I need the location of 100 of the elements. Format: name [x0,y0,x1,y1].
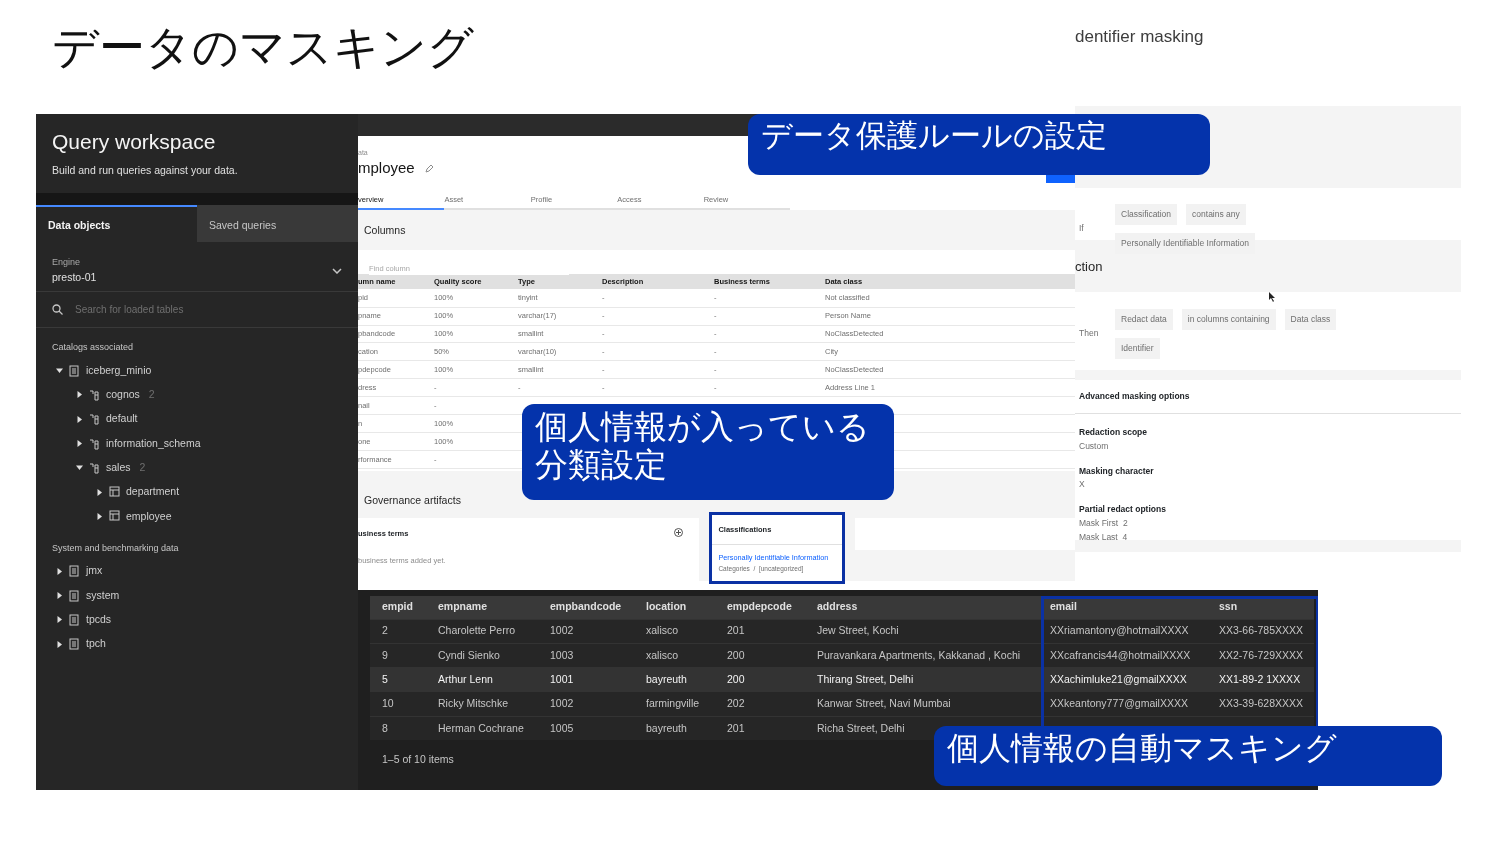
tree-item[interactable]: jmx [86,563,103,580]
engine-label: Engine [52,256,82,270]
table-cell: 201 [727,721,745,734]
table-cell: 1003 [550,648,574,661]
table-cell: 201 [727,624,745,637]
tree-item[interactable]: sales [106,459,131,476]
panel-title: Query workspace [52,129,217,155]
table-cell: 5 [382,672,388,685]
schema-icon [89,437,100,450]
page-title: dentifier masking [1075,26,1205,48]
condition-chip: Redact data [1115,309,1173,330]
search-field[interactable]: Search for loaded tables [75,302,295,317]
table-cell: Cyndi Sienko [438,648,500,661]
caret-right-icon[interactable] [96,512,103,520]
catalog-icon [69,613,80,626]
table-cell: 202 [727,697,745,710]
schema-icon [89,388,100,401]
table-cell: Puravankara Apartments, Kakkanad , Kochi [817,648,1021,661]
options-heading: Advanced masking options [1075,380,1461,414]
option-label: Redaction scope [1079,425,1149,439]
table-cell: Ricky Mitschke [438,697,508,710]
catalog-icon [69,364,80,377]
section-heading: ction [1075,259,1103,274]
table-row[interactable]: 10 Ricky Mitschke 1002 farmingville 202 Kanwar Street, Navi Mumbai XXkeantony777@gmailXXXX XX3-39-628XXXX [370,691,1314,717]
table-cell: XXriamantony@hotmailXXXX [1050,624,1189,637]
catalog-icon [69,589,80,602]
caret-right-icon[interactable] [56,616,63,624]
panel-subtitle: Build and run queries against your data. [52,162,239,178]
table-icon [109,486,120,499]
table-cell: XXkeantony777@gmailXXXX [1050,697,1188,710]
callout-label: 個人情報の自動マスキング [934,726,1442,786]
table-cell: xalisco [646,648,679,661]
tree-item[interactable]: employee [126,508,172,525]
condition-chip: contains any [1186,204,1246,225]
tree-item[interactable]: tpch [86,636,106,652]
table-cell: Richa Street, Delhi [817,721,905,734]
table-row[interactable]: 9 Cyndi Sienko 1003 xalisco 200 Puravankara Apartments, Kakkanad , Kochi XXcafrancis44@hotmailXXXX XX2-76-729XXXX [370,643,1314,668]
tree-item[interactable]: information_schema [106,435,201,452]
condition-chip: Identifier [1115,337,1160,359]
tree-item[interactable]: default [106,411,138,428]
condition-chip: in columns containing [1181,309,1276,330]
caret-right-icon[interactable] [76,391,83,399]
option-label: Partial redact options [1079,503,1167,517]
table-cell: farmingville [646,697,700,710]
add-circle-icon [674,527,684,537]
engine-value: presto-01 [52,269,97,285]
tree-item[interactable]: department [126,484,180,500]
condition-label: Then [1079,327,1100,341]
caret-right-icon[interactable] [76,440,83,448]
table-cell: 1002 [550,624,574,637]
table-icon [109,510,120,523]
caret-right-icon[interactable] [96,488,103,496]
tree-item[interactable]: system [86,587,120,604]
table-cell: Jew Street, Kochi [817,624,899,637]
table-cell: 1002 [550,697,574,710]
table-row[interactable]: 5 Arthur Lenn 1001 bayreuth 200 Thirang Street, Delhi XXachimluke21@gmailXXXX XX1-89-2 1XXXX [370,667,1314,692]
asset-title: mployee [358,157,415,178]
pointer-icon [1269,292,1276,302]
catalog-icon [69,638,80,651]
table-cell: 200 [727,648,745,661]
option-value: Mask Last 4 [1079,531,1129,545]
caret-down-icon[interactable] [56,367,63,375]
pagination-text: 1–5 of 10 items [382,753,454,766]
tree-item[interactable]: cognos [106,387,140,403]
section-heading: Governance artifacts [363,492,462,508]
caret-right-icon[interactable] [56,640,63,648]
condition-chip: Classification [1115,204,1178,225]
schema-icon [89,413,100,426]
table-cell: Herman Cochrane [438,721,524,734]
caret-right-icon[interactable] [56,567,63,575]
table-cell: XX3-39-628XXXX [1219,697,1304,710]
tree-item[interactable]: tpcds [86,611,112,628]
option-value: Mask First 2 [1079,517,1129,531]
table-cell: 1005 [550,721,574,734]
section-heading: Columns [358,210,1075,251]
item-count: 2 [139,459,146,475]
table-cell: Kanwar Street, Navi Mumbai [817,697,951,710]
caret-down-icon[interactable] [76,464,83,472]
table-cell: XX1-89-2 1XXXX [1219,672,1301,685]
column-header: email [1050,600,1077,613]
table-cell: XX3-66-785XXXX [1219,624,1304,637]
table-cell: 10 [382,697,394,710]
tree-item[interactable]: iceberg_minio [86,362,152,379]
table-cell: XX2-76-729XXXX [1219,648,1304,661]
pencil-icon [424,163,434,173]
column-header: empdepcode [727,600,792,613]
catalog-icon [69,565,80,578]
option-value: Custom [1079,439,1110,453]
column-header: empbandcode [550,600,622,613]
table-cell: XXachimluke21@gmailXXXX [1050,672,1187,685]
section-heading: System and benchmarking data [51,541,180,555]
caret-right-icon[interactable] [76,415,83,423]
table-row[interactable]: 2 Charolette Perro 1002 xalisco 201 Jew Street, Kochi XXriamantony@hotmailXXXX XX3-66-785XXXX [370,619,1314,644]
tab[interactable]: Saved queries [197,205,358,242]
column-header: location [646,600,687,613]
caret-right-icon[interactable] [56,592,63,599]
slide-title: データのマスキング [52,22,474,73]
table-cell: 200 [727,672,745,685]
table-cell: 2 [382,624,388,637]
table-cell: bayreuth [646,672,687,685]
